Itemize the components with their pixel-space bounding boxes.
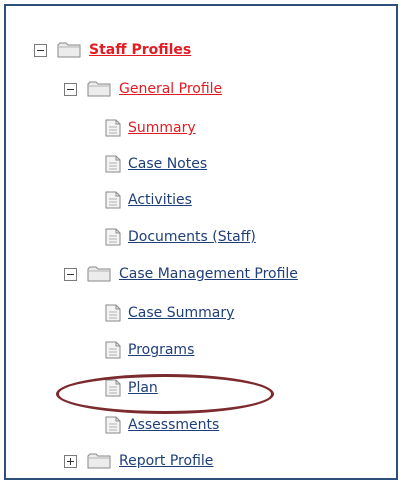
tree-item-programs[interactable]: Programs bbox=[105, 338, 194, 362]
programs-link[interactable]: Programs bbox=[128, 342, 194, 358]
case-management-profile-link[interactable]: Case Management Profile bbox=[119, 266, 298, 282]
plan-link[interactable]: Plan bbox=[128, 380, 158, 396]
highlight-oval-annotation bbox=[56, 374, 274, 414]
tree-node-report-profile[interactable]: Report Profile bbox=[64, 449, 213, 473]
case-summary-link[interactable]: Case Summary bbox=[128, 305, 234, 321]
documents-staff-link[interactable]: Documents (Staff) bbox=[128, 229, 256, 245]
collapse-icon[interactable] bbox=[64, 82, 77, 96]
tree-item-case-notes[interactable]: Case Notes bbox=[105, 152, 207, 176]
general-profile-link[interactable]: General Profile bbox=[119, 81, 222, 97]
folder-icon bbox=[87, 453, 111, 469]
tree-node-staff-profiles[interactable]: Staff Profiles bbox=[34, 38, 191, 62]
document-icon bbox=[105, 119, 121, 137]
document-icon bbox=[105, 191, 121, 209]
document-icon bbox=[105, 155, 121, 173]
assessments-link[interactable]: Assessments bbox=[128, 417, 219, 433]
tree-node-case-management-profile[interactable]: Case Management Profile bbox=[64, 262, 298, 286]
case-notes-link[interactable]: Case Notes bbox=[128, 156, 207, 172]
tree-item-summary[interactable]: Summary bbox=[105, 116, 196, 140]
tree-item-plan[interactable]: Plan bbox=[105, 376, 158, 400]
tree-item-activities[interactable]: Activities bbox=[105, 188, 192, 212]
tree-item-assessments[interactable]: Assessments bbox=[105, 413, 219, 437]
folder-icon bbox=[87, 266, 111, 282]
document-icon bbox=[105, 416, 121, 434]
collapse-icon[interactable] bbox=[34, 43, 47, 57]
document-icon bbox=[105, 228, 121, 246]
folder-icon bbox=[87, 81, 111, 97]
document-icon bbox=[105, 379, 121, 397]
expand-icon[interactable] bbox=[64, 454, 77, 468]
report-profile-link[interactable]: Report Profile bbox=[119, 453, 213, 469]
document-icon bbox=[105, 341, 121, 359]
tree-item-case-summary[interactable]: Case Summary bbox=[105, 301, 234, 325]
folder-icon bbox=[57, 42, 81, 58]
tree-node-general-profile[interactable]: General Profile bbox=[64, 77, 222, 101]
activities-link[interactable]: Activities bbox=[128, 192, 192, 208]
profile-tree-panel: Staff Profiles General Profile Summary C… bbox=[4, 4, 398, 480]
document-icon bbox=[105, 304, 121, 322]
collapse-icon[interactable] bbox=[64, 267, 77, 281]
tree-item-documents-staff[interactable]: Documents (Staff) bbox=[105, 225, 256, 249]
summary-link[interactable]: Summary bbox=[128, 120, 196, 136]
staff-profiles-link[interactable]: Staff Profiles bbox=[89, 42, 191, 58]
